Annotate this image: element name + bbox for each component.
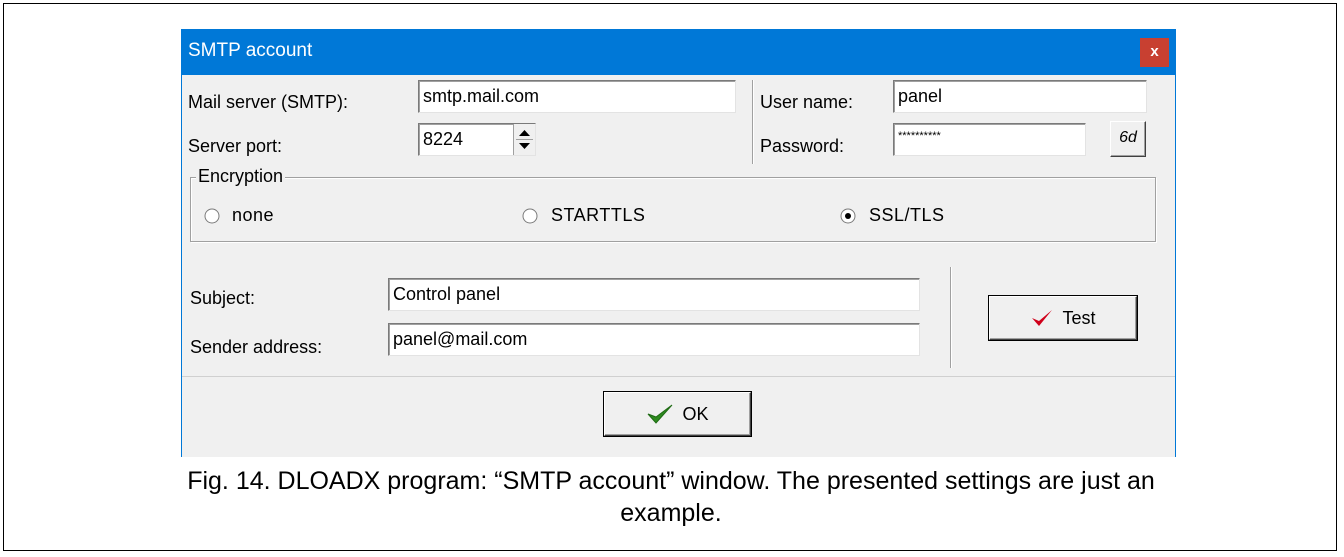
figure-frame: SMTP account x Mail server (SMTP): smtp.… — [3, 3, 1337, 551]
subject-input[interactable]: Control panel — [388, 278, 920, 311]
sender-address-input[interactable]: panel@mail.com — [388, 323, 920, 356]
test-divider — [950, 267, 952, 368]
server-port-label: Server port: — [188, 136, 283, 156]
encryption-legend: Encryption — [196, 166, 286, 187]
ok-button[interactable]: OK — [604, 392, 751, 436]
radio-starttls-label[interactable]: STARTTLS — [551, 205, 645, 226]
test-button[interactable]: Test — [989, 296, 1137, 340]
smtp-account-dialog: SMTP account x Mail server (SMTP): smtp.… — [181, 29, 1176, 457]
radio-ssltls-label[interactable]: SSL/TLS — [869, 205, 945, 226]
server-port-value: 8224 — [423, 129, 464, 149]
red-checkmark-icon — [1032, 310, 1053, 326]
user-name-input[interactable]: panel — [893, 80, 1147, 113]
spinner-arrows-icon — [516, 130, 533, 149]
title-bar[interactable]: SMTP account x — [182, 30, 1175, 75]
port-spinner[interactable] — [513, 124, 535, 155]
column-divider — [752, 80, 754, 164]
mail-server-input[interactable]: smtp.mail.com — [418, 80, 736, 113]
subject-label: Subject: — [190, 288, 256, 308]
figure-caption-line-1: Fig. 14. DLOADX program: “SMTP account” … — [187, 467, 1155, 495]
close-button[interactable]: x — [1140, 38, 1169, 67]
password-input[interactable]: ********** — [893, 123, 1086, 156]
test-button-label: Test — [1062, 307, 1096, 328]
figure-caption-line-2: example. — [620, 499, 722, 527]
server-port-input[interactable]: 8224 — [418, 123, 536, 156]
user-name-label: User name: — [760, 92, 854, 112]
radio-none-icon[interactable] — [204, 208, 220, 224]
encryption-group: Encryption none STARTTLS SSL/TLS — [190, 166, 1156, 242]
radio-ssltls-icon[interactable] — [840, 208, 856, 224]
password-label: Password: — [760, 136, 845, 156]
glasses-icon: 6d — [1119, 129, 1137, 146]
window-title: SMTP account — [188, 40, 313, 61]
mail-server-label: Mail server (SMTP): — [188, 92, 349, 112]
radio-none-label[interactable]: none — [232, 205, 274, 226]
ok-button-label: OK — [682, 403, 709, 424]
radio-starttls-icon[interactable] — [522, 208, 538, 224]
dialog-body: Mail server (SMTP): smtp.mail.com Server… — [182, 75, 1175, 376]
green-checkmark-icon — [648, 404, 673, 424]
sender-address-label: Sender address: — [190, 337, 323, 357]
button-bar: OK — [182, 376, 1175, 457]
show-password-button[interactable]: 6d — [1110, 121, 1146, 157]
